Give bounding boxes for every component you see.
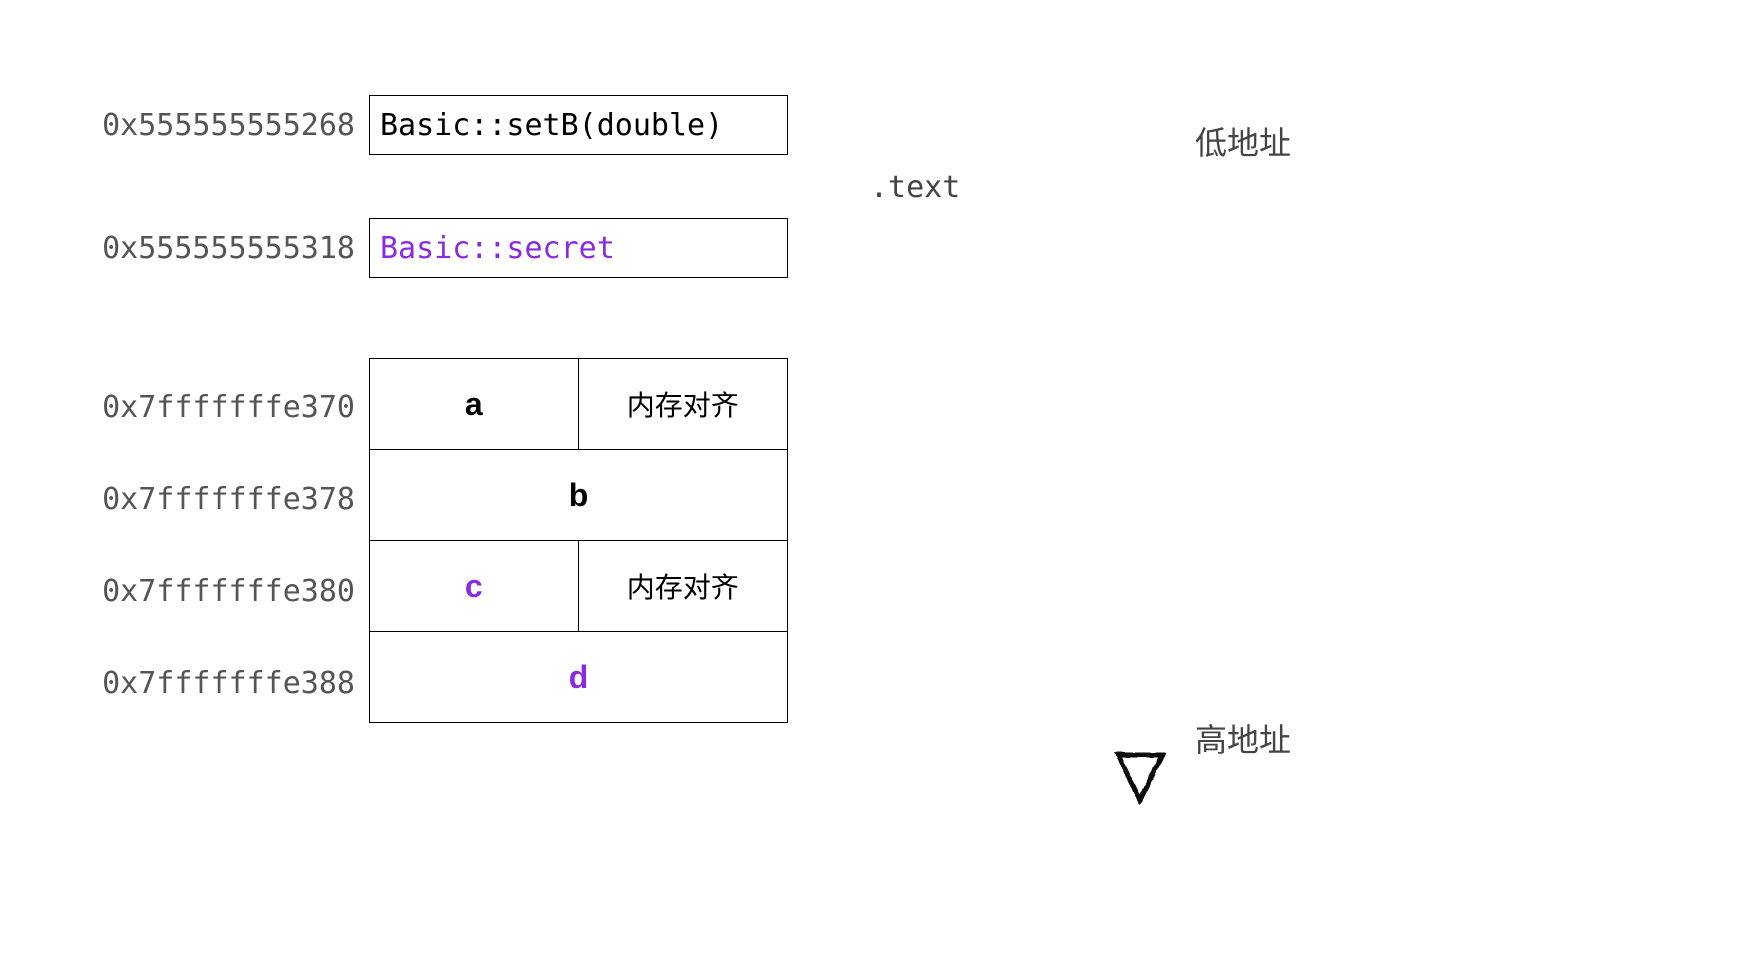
member-a: a	[370, 359, 579, 449]
address-c: 0x7fffffffe380	[95, 574, 355, 609]
padding-a: 内存对齐	[579, 359, 788, 449]
function-secret: Basic::secret	[380, 231, 615, 266]
member-b: b	[569, 477, 589, 514]
box-secret: Basic::secret	[369, 218, 788, 278]
row-d: d	[369, 631, 788, 723]
section-label: .text	[870, 170, 960, 205]
box-setB: Basic::setB(double)	[369, 95, 788, 155]
row-a: a 内存对齐	[369, 358, 788, 450]
member-d: d	[569, 659, 589, 696]
padding-c: 内存对齐	[579, 541, 788, 631]
address-setB: 0x555555555268	[95, 108, 355, 143]
row-c: c 内存对齐	[369, 540, 788, 632]
member-c: c	[370, 541, 579, 631]
label-high-address: 高地址	[1195, 715, 1291, 761]
address-secret: 0x555555555318	[95, 231, 355, 266]
address-b: 0x7fffffffe378	[95, 482, 355, 517]
function-setB: Basic::setB(double)	[380, 108, 723, 143]
address-d: 0x7fffffffe388	[95, 666, 355, 701]
memory-direction-arrow	[1100, 55, 1180, 815]
row-b: b	[369, 449, 788, 541]
label-low-address: 低地址	[1195, 118, 1291, 164]
address-a: 0x7fffffffe370	[95, 390, 355, 425]
